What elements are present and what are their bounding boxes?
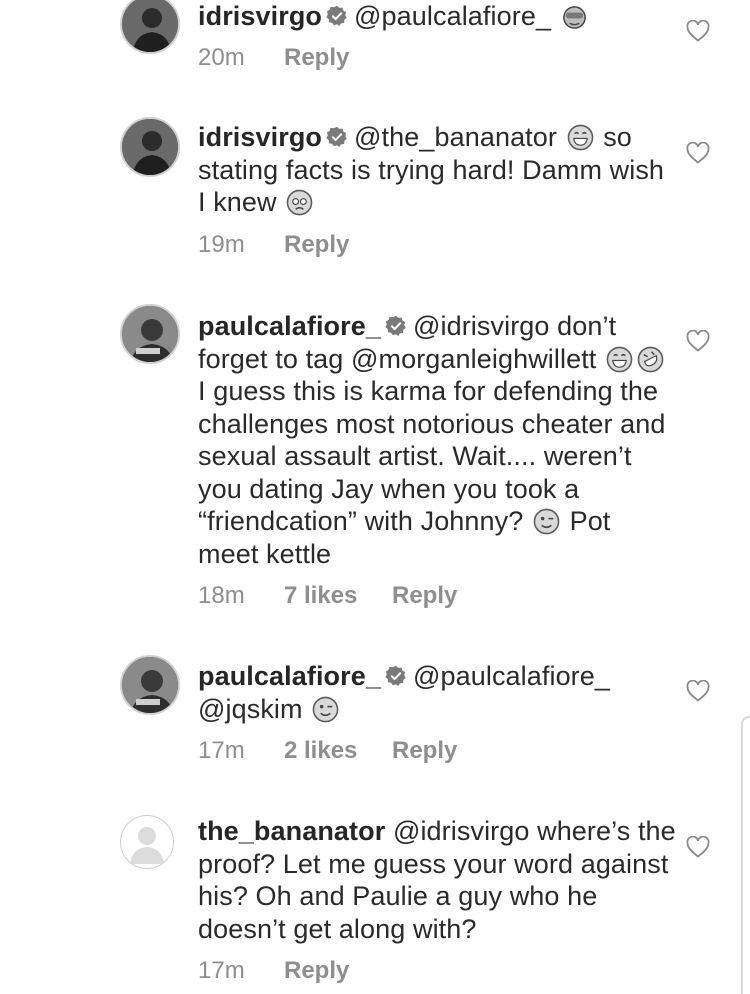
comment-text: idrisvirgo @the_bananator so stating fact… xyxy=(198,121,678,219)
like-heart-icon[interactable] xyxy=(686,836,710,858)
timestamp: 19m xyxy=(198,231,245,258)
reply-button[interactable]: Reply xyxy=(392,737,457,765)
comment-meta: 20m Reply xyxy=(198,44,349,72)
verified-badge-icon xyxy=(326,5,348,27)
comment-text: the_bananator @idrisvirgo where’s the pr… xyxy=(198,815,678,945)
comment-text: paulcalafiore_ @idrisvirgo don’t forget t… xyxy=(198,310,678,570)
winking-face-icon xyxy=(312,696,339,723)
winking-face-icon xyxy=(533,508,560,535)
timestamp: 18m xyxy=(198,582,245,609)
grinning-sweat-icon xyxy=(606,346,633,373)
avatar[interactable] xyxy=(120,655,180,715)
likes-count[interactable]: 7 likes xyxy=(284,582,392,610)
username-link[interactable]: paulcalafiore_ xyxy=(198,661,381,691)
like-heart-icon[interactable] xyxy=(686,330,710,352)
mention-link[interactable]: @the_bananator xyxy=(354,122,557,152)
comment-meta: 19m Reply xyxy=(198,231,349,259)
reply-button[interactable]: Reply xyxy=(284,957,349,985)
comment-meta: 18m 7 likes Reply xyxy=(198,582,457,610)
timestamp: 17m xyxy=(198,737,245,764)
likes-count[interactable]: 2 likes xyxy=(284,737,392,765)
comment-text: idrisvirgo @paulcalafiore_ xyxy=(198,0,678,33)
scrollbar-edge[interactable] xyxy=(741,716,750,994)
avatar-placeholder[interactable] xyxy=(120,815,174,869)
grinning-sweat-icon xyxy=(567,124,594,151)
verified-badge-icon xyxy=(385,665,407,687)
like-heart-icon[interactable] xyxy=(686,680,710,702)
username-link[interactable]: idrisvirgo xyxy=(198,122,322,152)
timestamp: 17m xyxy=(198,957,245,984)
comment-meta: 17m Reply xyxy=(198,957,349,985)
timestamp: 20m xyxy=(198,44,245,71)
username-link[interactable]: the_bananator xyxy=(198,816,385,846)
avatar[interactable] xyxy=(120,304,180,364)
reply-button[interactable]: Reply xyxy=(284,231,349,259)
verified-badge-icon xyxy=(326,126,348,148)
reply-button[interactable]: Reply xyxy=(392,582,457,610)
comment-text: paulcalafiore_ @paulcalafiore_ @jqskim xyxy=(198,660,678,725)
pleading-face-icon xyxy=(286,189,313,216)
avatar[interactable] xyxy=(120,0,180,54)
verified-badge-icon xyxy=(385,315,407,337)
reply-button[interactable]: Reply xyxy=(284,44,349,72)
comment-meta: 17m 2 likes Reply xyxy=(198,737,457,765)
avatar[interactable] xyxy=(120,117,180,177)
like-heart-icon[interactable] xyxy=(686,20,710,42)
see-no-evil-monkey-icon xyxy=(562,6,586,29)
like-heart-icon[interactable] xyxy=(686,142,710,164)
comment-body: @paulcalafiore_ xyxy=(354,1,552,31)
username-link[interactable]: paulcalafiore_ xyxy=(198,311,381,341)
username-link[interactable]: idrisvirgo xyxy=(198,1,322,31)
rolling-laughing-icon xyxy=(637,346,664,373)
